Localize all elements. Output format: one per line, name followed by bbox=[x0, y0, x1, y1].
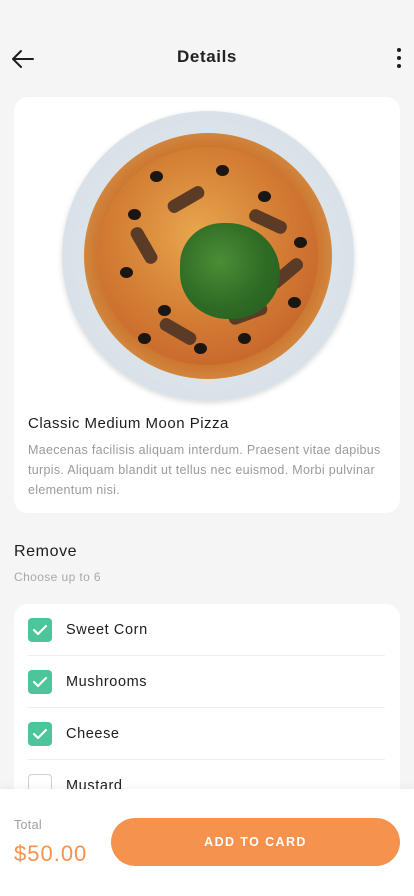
option-mushrooms[interactable]: Mushrooms bbox=[28, 656, 385, 708]
option-label: Mushrooms bbox=[66, 673, 148, 690]
total-label: Total bbox=[14, 818, 42, 832]
more-vertical-icon bbox=[397, 48, 401, 52]
remove-section-title: Remove bbox=[14, 543, 78, 560]
remove-section-subtitle: Choose up to 6 bbox=[14, 570, 101, 584]
option-sweet-corn[interactable]: Sweet Corn bbox=[28, 604, 385, 656]
pizza-image bbox=[62, 111, 354, 401]
checkmark-icon bbox=[32, 728, 48, 739]
product-card: Classic Medium Moon Pizza Maecenas facil… bbox=[14, 97, 400, 513]
checkbox-checked[interactable] bbox=[28, 721, 52, 746]
checkmark-icon bbox=[32, 624, 48, 635]
page-title: Details bbox=[177, 47, 237, 66]
option-label: Sweet Corn bbox=[66, 621, 148, 638]
more-options-button[interactable] bbox=[392, 45, 406, 71]
checkbox-checked[interactable] bbox=[28, 617, 52, 642]
product-name: Classic Medium Moon Pizza bbox=[28, 415, 229, 432]
checkbox-checked[interactable] bbox=[28, 669, 52, 694]
checkout-footer: Total $50.00 ADD TO CARD bbox=[0, 789, 414, 896]
option-cheese[interactable]: Cheese bbox=[28, 708, 385, 760]
option-label: Cheese bbox=[66, 725, 120, 742]
add-to-card-button[interactable]: ADD TO CARD bbox=[111, 818, 400, 866]
total-price: $50.00 bbox=[14, 841, 88, 866]
product-description: Maecenas facilisis aliquam interdum. Pra… bbox=[28, 443, 381, 497]
checkmark-icon bbox=[32, 676, 48, 687]
